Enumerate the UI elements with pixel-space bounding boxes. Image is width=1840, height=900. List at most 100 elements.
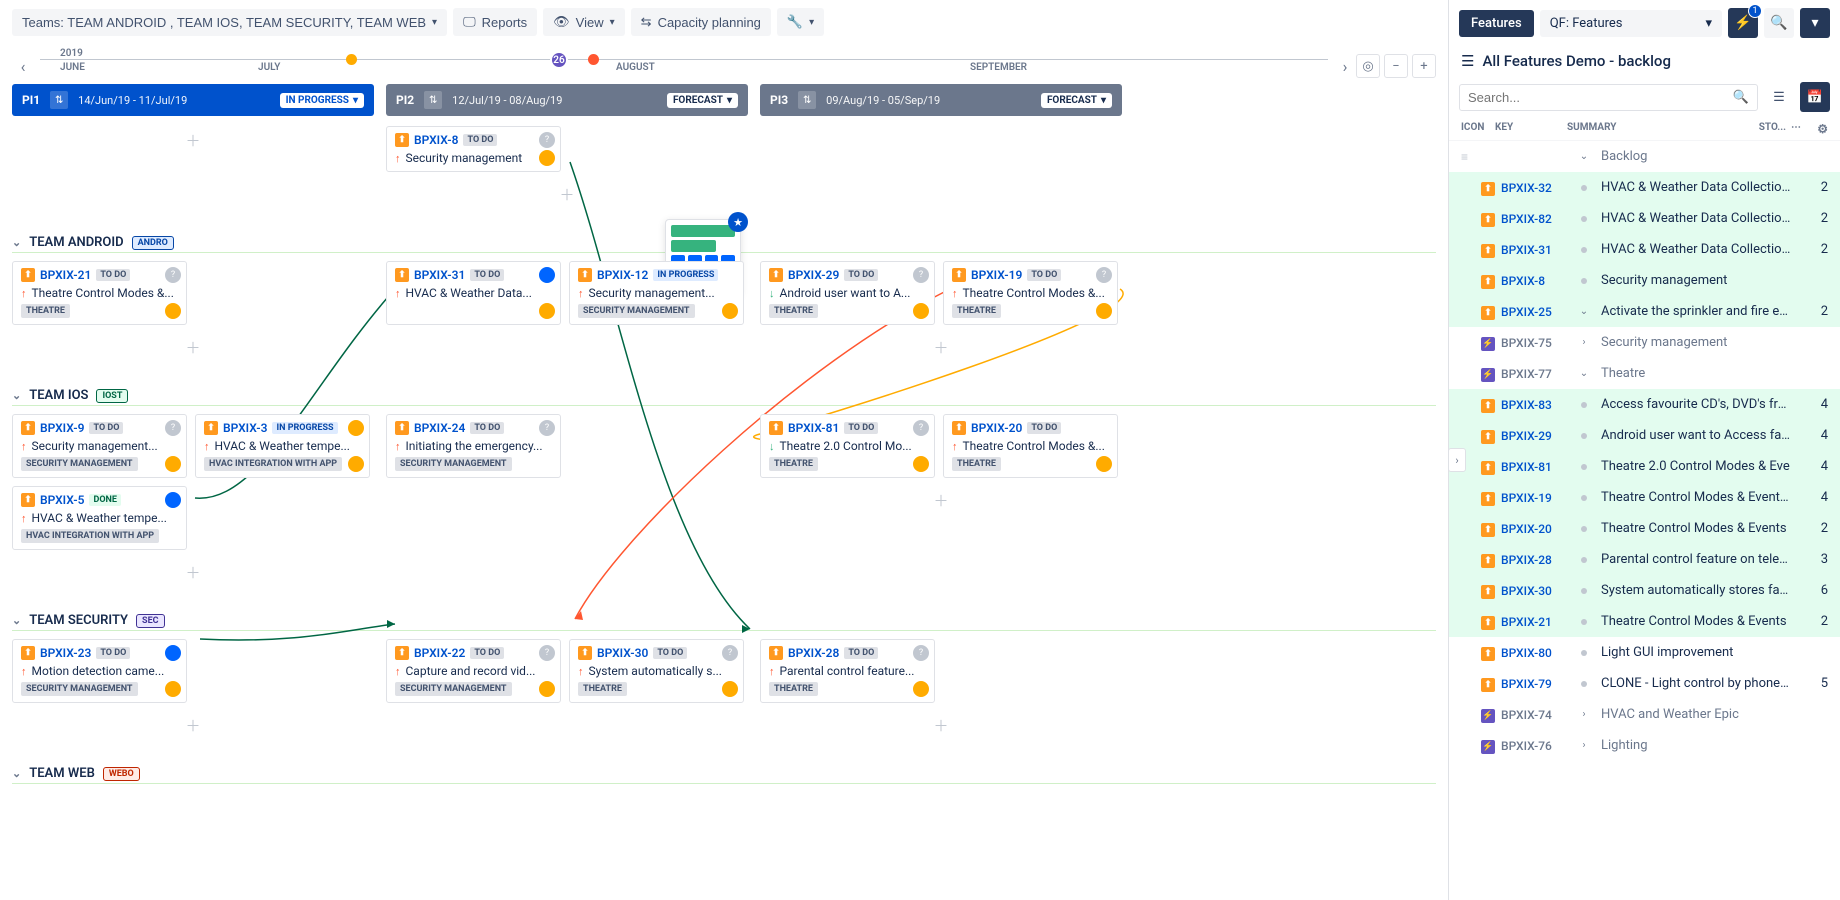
more-dropdown[interactable]: ▾ xyxy=(1800,8,1830,38)
search-input[interactable] xyxy=(1468,90,1733,105)
card-bpxix-23[interactable]: ⬆BPXIX-23TO DO ↑Motion detection came...… xyxy=(12,639,187,703)
backlog-row[interactable]: ⬆BPXIX-8Security management xyxy=(1449,265,1840,296)
pi-header-1[interactable]: PI1 ⇅ 14/Jun/19 - 11/Jul/19 IN PROGRESS … xyxy=(12,84,374,116)
card-bpxix-24[interactable]: ⬆BPXIX-24TO DO ↑Initiating the emergency… xyxy=(386,414,561,478)
issue-key[interactable]: BPXIX-82 xyxy=(1501,212,1573,226)
sort-icon[interactable]: ⇅ xyxy=(50,91,68,109)
issue-key[interactable]: BPXIX-30 xyxy=(597,646,648,660)
backlog-row[interactable]: ⬆BPXIX-32HVAC & Weather Data Collection … xyxy=(1449,172,1840,203)
calendar-button[interactable]: 📅 xyxy=(1800,82,1830,112)
tab-features[interactable]: Features xyxy=(1459,10,1534,37)
add-card[interactable]: ＋ xyxy=(760,333,1122,362)
card-bpxix-12[interactable]: ⬆BPXIX-12IN PROGRESS ↑Security managemen… xyxy=(569,261,744,325)
card-bpxix-29[interactable]: ⬆BPXIX-29TO DO ↓Android user want to A..… xyxy=(760,261,935,325)
backlog-row[interactable]: ⬆BPXIX-20Theatre Control Modes & Events2 xyxy=(1449,513,1840,544)
backlog-row[interactable]: ⬆BPXIX-19Theatre Control Modes & Events … xyxy=(1449,482,1840,513)
issue-key[interactable]: BPXIX-8 xyxy=(414,133,458,147)
issue-key[interactable]: BPXIX-81 xyxy=(1501,460,1573,474)
quickfilter-dropdown[interactable]: QF: Features▾ xyxy=(1540,10,1722,37)
add-card[interactable]: ＋ xyxy=(12,126,374,155)
backlog-row[interactable]: ⬆BPXIX-28Parental control feature on tel… xyxy=(1449,544,1840,575)
swimlane-header[interactable]: ⌄ TEAM WEB WEBO xyxy=(12,764,1436,784)
add-card[interactable]: ＋ xyxy=(12,558,374,587)
panel-expand-handle[interactable]: › xyxy=(1448,448,1466,472)
backlog-row[interactable]: ⬆BPXIX-21Theatre Control Modes & Events2 xyxy=(1449,606,1840,637)
add-card[interactable]: ＋ xyxy=(760,711,1122,740)
issue-key[interactable]: BPXIX-23 xyxy=(40,646,91,660)
issue-key[interactable]: BPXIX-77 xyxy=(1501,367,1573,381)
zoom-out[interactable]: − xyxy=(1384,54,1408,78)
issue-key[interactable]: BPXIX-29 xyxy=(788,268,839,282)
backlog-row[interactable]: ⚡BPXIX-75›Security management xyxy=(1449,327,1840,358)
sort-icon[interactable]: ⇅ xyxy=(798,91,816,109)
card-bpxix-8[interactable]: ⬆BPXIX-8TO DO ↑Security management ? xyxy=(386,126,561,172)
issue-key[interactable]: BPXIX-9 xyxy=(40,421,84,435)
issue-key[interactable]: BPXIX-80 xyxy=(1501,646,1573,660)
reports-button[interactable]: 🖵Reports xyxy=(453,8,537,36)
card-bpxix-31[interactable]: ⬆BPXIX-31TO DO ↑HVAC & Weather Data... xyxy=(386,261,561,325)
issue-key[interactable]: BPXIX-22 xyxy=(414,646,465,660)
zoom-in[interactable]: + xyxy=(1412,54,1436,78)
card-bpxix-21[interactable]: ⬆BPXIX-21TO DO ↑Theatre Control Modes &.… xyxy=(12,261,187,325)
card-bpxix-20[interactable]: ⬆BPXIX-20TO DO ↑Theatre Control Modes &.… xyxy=(943,414,1118,478)
pi-status-badge[interactable]: FORECAST ▾ xyxy=(667,93,738,108)
issue-key[interactable]: BPXIX-29 xyxy=(1501,429,1573,443)
issue-key[interactable]: BPXIX-12 xyxy=(597,268,648,282)
swimlane-header[interactable]: ⌄ TEAM IOS IOST xyxy=(12,386,1436,406)
issue-key[interactable]: BPXIX-75 xyxy=(1501,336,1573,350)
issue-key[interactable]: BPXIX-32 xyxy=(1501,181,1573,195)
add-card[interactable]: ＋ xyxy=(760,486,1122,515)
card-bpxix-28[interactable]: ⬆BPXIX-28TO DO ↑Parental control feature… xyxy=(760,639,935,703)
timeline-next[interactable]: › xyxy=(1334,55,1356,77)
tools-dropdown[interactable]: 🔧▾ xyxy=(777,8,824,36)
capacity-button[interactable]: ⇆Capacity planning xyxy=(631,8,771,36)
sort-icon[interactable]: ⇅ xyxy=(424,91,442,109)
issue-key[interactable]: BPXIX-74 xyxy=(1501,708,1573,722)
pi-header-3[interactable]: PI3 ⇅ 09/Aug/19 - 05/Sep/19 FORECAST ▾ xyxy=(760,84,1122,116)
search-button[interactable]: 🔍 xyxy=(1764,8,1794,38)
card-bpxix-3[interactable]: ⬆BPXIX-3IN PROGRESS ↑HVAC & Weather temp… xyxy=(195,414,370,478)
backlog-row[interactable]: ⬆BPXIX-79CLONE - Light control by phone … xyxy=(1449,668,1840,699)
backlog-row[interactable]: ⬆BPXIX-80Light GUI improvement xyxy=(1449,637,1840,668)
issue-key[interactable]: BPXIX-19 xyxy=(1501,491,1573,505)
issue-key[interactable]: BPXIX-28 xyxy=(788,646,839,660)
issue-key[interactable]: BPXIX-24 xyxy=(414,421,465,435)
view-dropdown[interactable]: 👁View▾ xyxy=(543,8,625,36)
backlog-row[interactable]: ⬆BPXIX-81Theatre 2.0 Control Modes & Eve… xyxy=(1449,451,1840,482)
backlog-row[interactable]: ⚡BPXIX-74›HVAC and Weather Epic xyxy=(1449,699,1840,730)
card-bpxix-22[interactable]: ⬆BPXIX-22TO DO ↑Capture and record vid..… xyxy=(386,639,561,703)
issue-key[interactable]: BPXIX-20 xyxy=(1501,522,1573,536)
issue-key[interactable]: BPXIX-21 xyxy=(40,268,91,282)
backlog-row[interactable]: ⬆BPXIX-30System automatically stores fav… xyxy=(1449,575,1840,606)
backlog-row[interactable]: ⚡BPXIX-77⌄Theatre xyxy=(1449,358,1840,389)
card-bpxix-30[interactable]: ⬆BPXIX-30TO DO ↑System automatically s..… xyxy=(569,639,744,703)
gear-icon[interactable]: ⚙ xyxy=(1806,122,1828,136)
issue-key[interactable]: BPXIX-81 xyxy=(788,421,839,435)
issue-key[interactable]: BPXIX-31 xyxy=(414,268,465,282)
issue-key[interactable]: BPXIX-8 xyxy=(1501,274,1573,288)
swimlane-header[interactable]: ⌄ TEAM SECURITY SEC xyxy=(12,611,1436,631)
issue-key[interactable]: BPXIX-28 xyxy=(1501,553,1573,567)
issue-key[interactable]: BPXIX-21 xyxy=(1501,615,1573,629)
pi-header-2[interactable]: PI2 ⇅ 12/Jul/19 - 08/Aug/19 FORECAST ▾ xyxy=(386,84,748,116)
issue-key[interactable]: BPXIX-79 xyxy=(1501,677,1573,691)
drag-handle-icon[interactable]: ≡ xyxy=(1461,150,1481,164)
issue-key[interactable]: BPXIX-83 xyxy=(1501,398,1573,412)
card-bpxix-19[interactable]: ⬆BPXIX-19TO DO ↑Theatre Control Modes &.… xyxy=(943,261,1118,325)
add-card[interactable]: ＋ xyxy=(12,711,374,740)
issue-key[interactable]: BPXIX-76 xyxy=(1501,739,1573,753)
backlog-row[interactable]: ⚡BPXIX-76›Lighting xyxy=(1449,730,1840,761)
pi-status-badge[interactable]: FORECAST ▾ xyxy=(1041,93,1112,108)
backlog-row[interactable]: ⬆BPXIX-83Access favourite CD's, DVD's fr… xyxy=(1449,389,1840,420)
card-bpxix-9[interactable]: ⬆BPXIX-9TO DO ↑Security management... SE… xyxy=(12,414,187,478)
backlog-row[interactable]: ⬆BPXIX-25⌄Activate the sprinkler and fir… xyxy=(1449,296,1840,327)
issue-key[interactable]: BPXIX-20 xyxy=(971,421,1022,435)
timeline-today[interactable]: ◎ xyxy=(1356,54,1380,78)
teams-dropdown[interactable]: Teams: TEAM ANDROID , TEAM IOS, TEAM SEC… xyxy=(12,9,447,36)
list-view-button[interactable]: ☰ xyxy=(1764,82,1794,112)
more-icon[interactable]: ⋯ xyxy=(1786,122,1806,136)
issue-key[interactable]: BPXIX-3 xyxy=(223,421,267,435)
backlog-row[interactable]: ⬆BPXIX-29Android user want to Access fav… xyxy=(1449,420,1840,451)
pi-status-badge[interactable]: IN PROGRESS ▾ xyxy=(280,93,364,108)
backlog-row[interactable]: ⬆BPXIX-31HVAC & Weather Data Collection … xyxy=(1449,234,1840,265)
